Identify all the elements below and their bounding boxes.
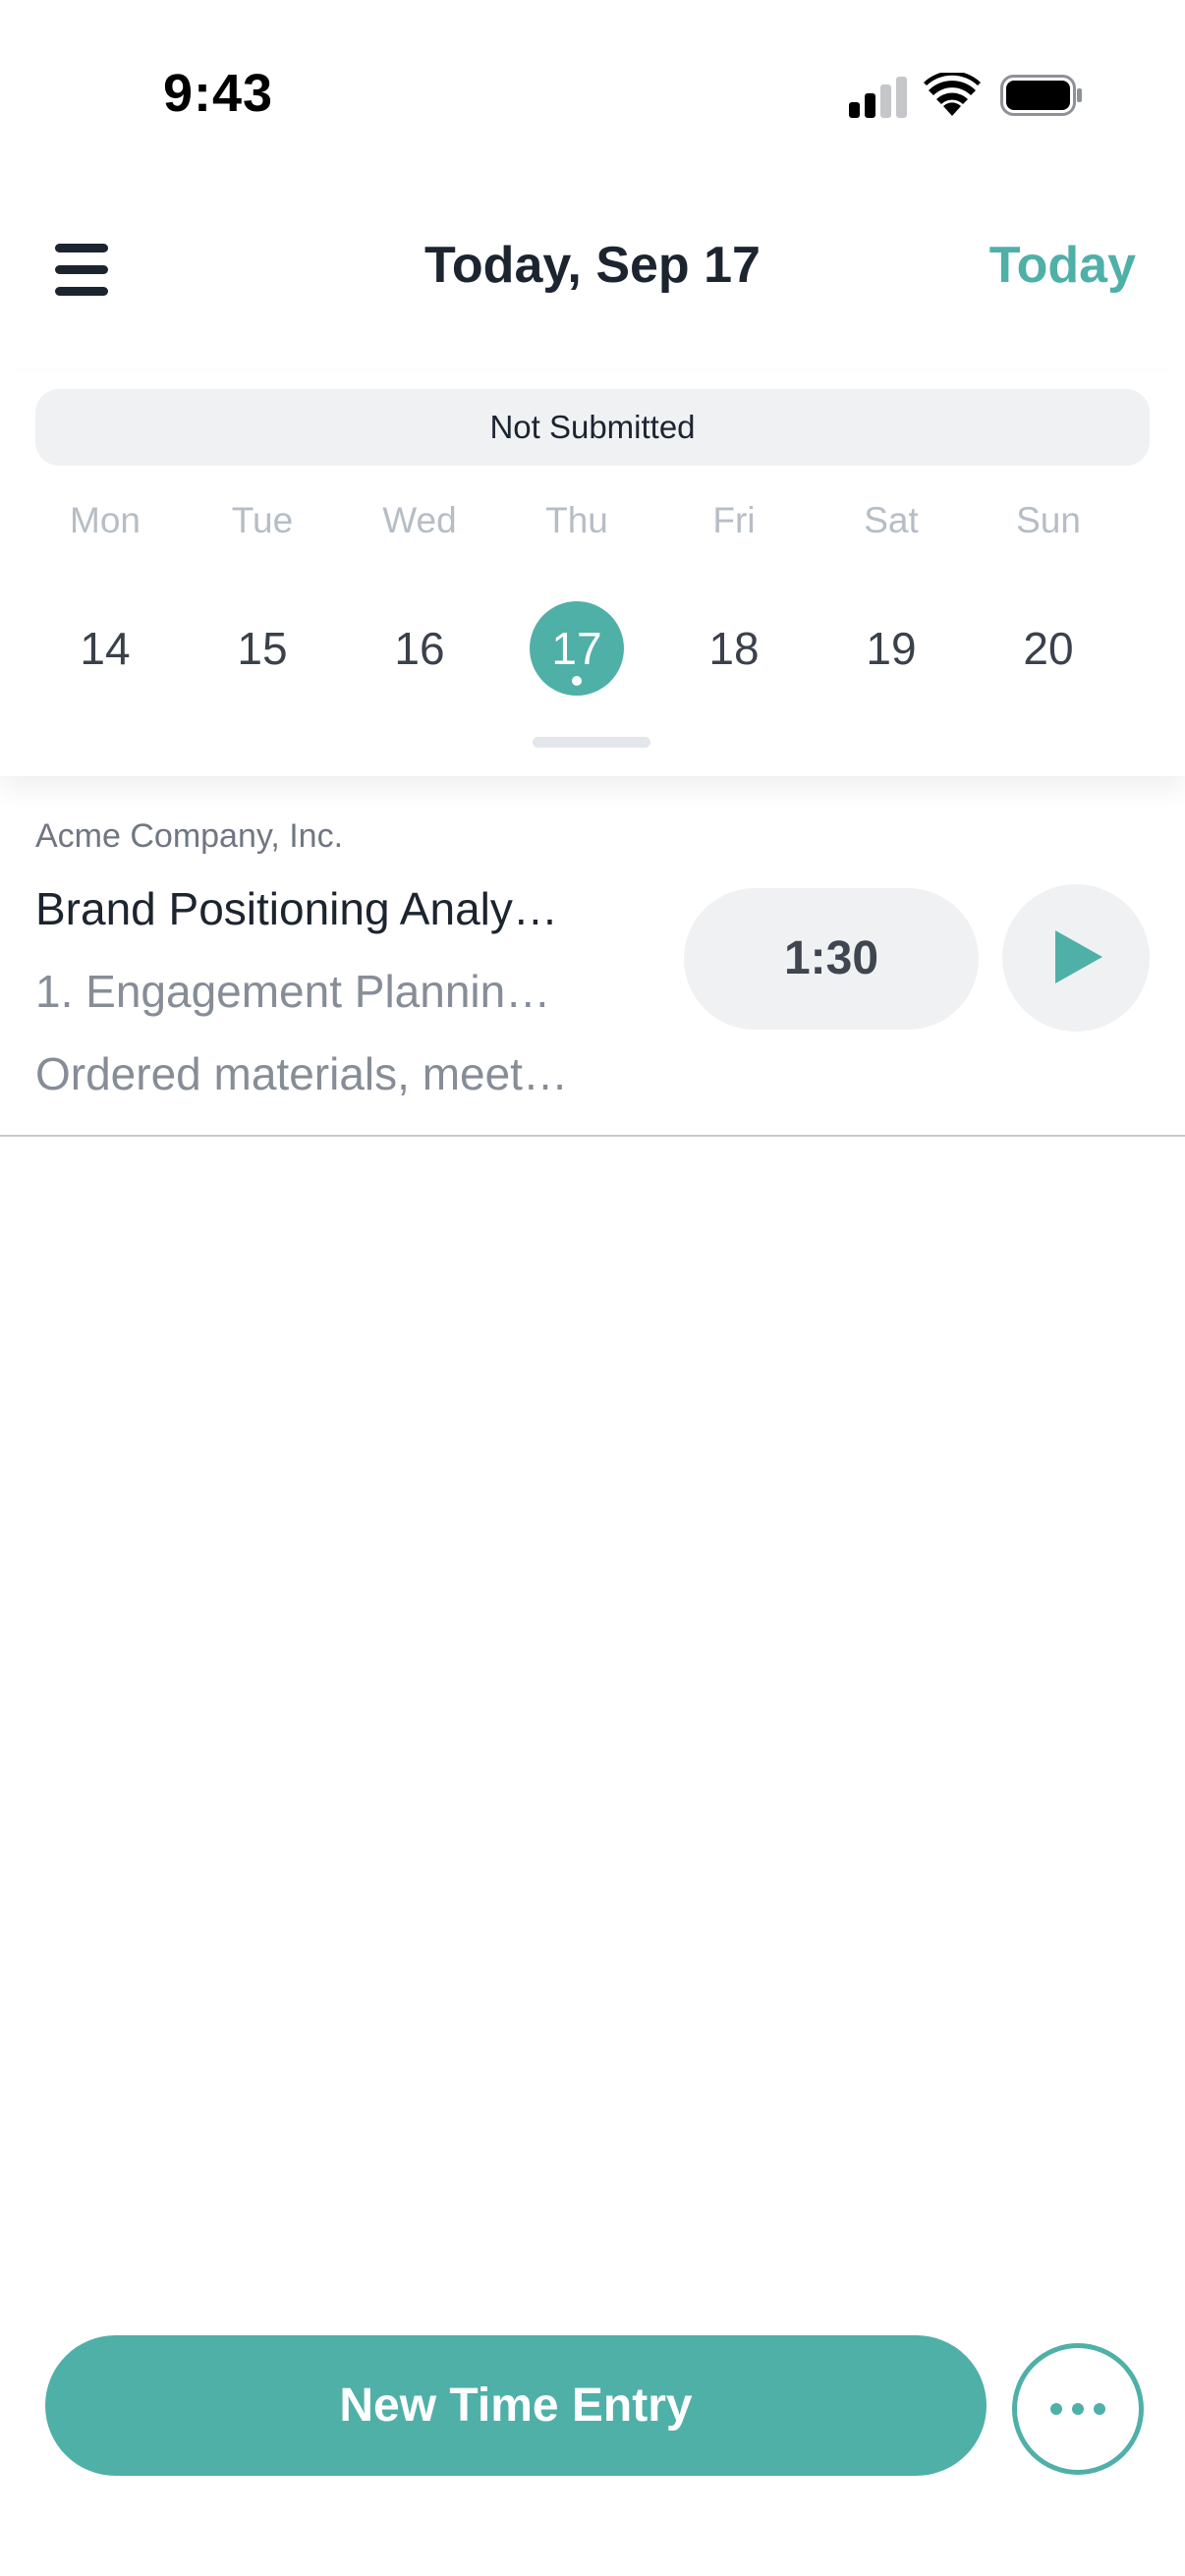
app-screen: 9:43 Today, Sep 17 Today Not Submitted M…: [0, 0, 1185, 2576]
hamburger-menu-icon[interactable]: [49, 236, 118, 305]
date-cell[interactable]: 18: [655, 599, 813, 698]
entry-task: 1. Engagement Plannin…: [35, 966, 551, 1017]
weekday-label: Thu: [545, 500, 608, 540]
week-calendar: Not Submitted Mon Tue Wed Thu Fri Sat Su…: [0, 373, 1185, 776]
status-time: 9:43: [163, 64, 274, 123]
weekday-label: Tue: [231, 500, 294, 540]
battery-icon: [1000, 75, 1082, 116]
weekday-label: Sat: [864, 500, 919, 540]
duration-pill[interactable]: 1:30: [684, 888, 979, 1030]
weekday-label: Wed: [382, 500, 457, 540]
date-cell[interactable]: 14: [27, 599, 184, 698]
date-cell-selected[interactable]: 17: [498, 599, 655, 698]
date-number: 16: [394, 623, 445, 674]
more-options-button[interactable]: [1012, 2343, 1144, 2475]
date-number: 18: [708, 623, 760, 674]
date-cell[interactable]: 15: [184, 599, 341, 698]
wifi-icon: [924, 73, 981, 116]
new-time-entry-button[interactable]: New Time Entry: [45, 2335, 987, 2476]
calendar-drag-handle[interactable]: [533, 737, 650, 748]
date-number: 15: [237, 623, 288, 674]
play-icon: [1055, 930, 1102, 983]
time-entry-row[interactable]: Acme Company, Inc. Brand Positioning Ana…: [0, 786, 1185, 1137]
date-cell[interactable]: 16: [341, 599, 498, 698]
date-number: 14: [80, 623, 131, 674]
status-bar: 9:43: [0, 0, 1185, 187]
entry-company: Acme Company, Inc.: [35, 817, 344, 855]
weekday-label: Mon: [70, 500, 141, 540]
entry-project: Brand Positioning Analy…: [35, 883, 558, 934]
date-row: 14 15 16 17 18 19 20: [27, 599, 1158, 698]
date-cell[interactable]: 19: [813, 599, 970, 698]
date-number: 19: [866, 623, 917, 674]
weekday-label: Fri: [712, 500, 756, 540]
date-number: 17: [530, 601, 624, 696]
top-nav-bar: Today, Sep 17 Today: [0, 206, 1185, 324]
submission-status-badge: Not Submitted: [35, 389, 1150, 466]
start-timer-button[interactable]: [1002, 884, 1150, 1032]
entry-notes: Ordered materials, meet…: [35, 1048, 568, 1099]
weekday-label: Sun: [1016, 500, 1081, 540]
date-cell[interactable]: 20: [970, 599, 1127, 698]
today-button[interactable]: Today: [989, 236, 1136, 295]
date-number: 20: [1023, 623, 1074, 674]
more-dots-icon: [1050, 2403, 1105, 2415]
signal-icon: [849, 77, 907, 118]
weekday-header-row: Mon Tue Wed Thu Fri Sat Sun: [27, 491, 1158, 550]
